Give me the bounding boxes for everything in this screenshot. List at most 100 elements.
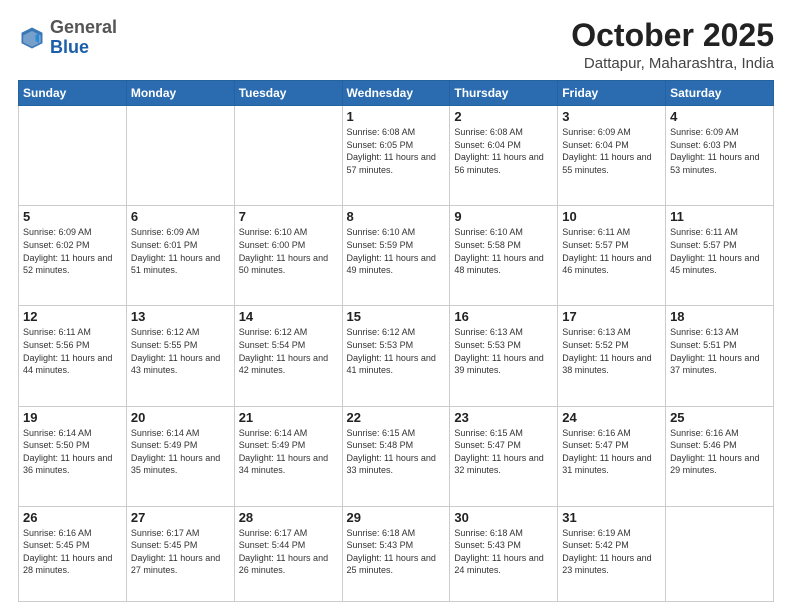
day-info: Sunrise: 6:10 AM Sunset: 5:58 PM Dayligh… (454, 226, 553, 276)
day-number: 23 (454, 410, 553, 425)
day-info: Sunrise: 6:10 AM Sunset: 6:00 PM Dayligh… (239, 226, 338, 276)
day-number: 1 (347, 109, 446, 124)
day-number: 5 (23, 209, 122, 224)
calendar-cell: 30 Sunrise: 6:18 AM Sunset: 5:43 PM Dayli… (450, 506, 558, 601)
title-block: October 2025 Dattapur, Maharashtra, Indi… (571, 18, 774, 72)
day-number: 9 (454, 209, 553, 224)
day-info: Sunrise: 6:18 AM Sunset: 5:43 PM Dayligh… (454, 527, 553, 577)
calendar-cell: 20 Sunrise: 6:14 AM Sunset: 5:49 PM Dayli… (126, 406, 234, 506)
day-number: 11 (670, 209, 769, 224)
day-number: 19 (23, 410, 122, 425)
day-number: 15 (347, 309, 446, 324)
day-info: Sunrise: 6:09 AM Sunset: 6:03 PM Dayligh… (670, 126, 769, 176)
calendar-cell: 31Sunrise: 6:19 AM Sunset: 5:42 PM Dayli… (558, 506, 666, 601)
day-info: Sunrise: 6:10 AM Sunset: 5:59 PM Dayligh… (347, 226, 446, 276)
day-info: Sunrise: 6:12 AM Sunset: 5:53 PM Dayligh… (347, 326, 446, 376)
calendar-cell: 16Sunrise: 6:13 AM Sunset: 5:53 PM Dayli… (450, 306, 558, 406)
day-info: Sunrise: 6:11 AM Sunset: 5:57 PM Dayligh… (670, 226, 769, 276)
calendar-table: Sunday Monday Tuesday Wednesday Thursday… (18, 80, 774, 602)
day-number: 30 (454, 510, 553, 525)
header-friday: Friday (558, 81, 666, 106)
calendar-cell (19, 106, 127, 206)
month-title: October 2025 (571, 18, 774, 53)
day-info: Sunrise: 6:14 AM Sunset: 5:49 PM Dayligh… (239, 427, 338, 477)
day-number: 22 (347, 410, 446, 425)
day-number: 16 (454, 309, 553, 324)
logo-general: General (50, 17, 117, 37)
calendar-cell: 2 Sunrise: 6:08 AM Sunset: 6:04 PM Daylig… (450, 106, 558, 206)
day-number: 12 (23, 309, 122, 324)
day-info: Sunrise: 6:13 AM Sunset: 5:52 PM Dayligh… (562, 326, 661, 376)
day-info: Sunrise: 6:09 AM Sunset: 6:01 PM Dayligh… (131, 226, 230, 276)
header: General Blue October 2025 Dattapur, Maha… (18, 18, 774, 72)
calendar-cell (126, 106, 234, 206)
logo-text: General Blue (50, 18, 117, 58)
header-wednesday: Wednesday (342, 81, 450, 106)
calendar-cell: 24Sunrise: 6:16 AM Sunset: 5:47 PM Dayli… (558, 406, 666, 506)
week-row-3: 12Sunrise: 6:11 AM Sunset: 5:56 PM Dayli… (19, 306, 774, 406)
day-info: Sunrise: 6:19 AM Sunset: 5:42 PM Dayligh… (562, 527, 661, 577)
calendar-cell: 29 Sunrise: 6:18 AM Sunset: 5:43 PM Dayli… (342, 506, 450, 601)
day-info: Sunrise: 6:14 AM Sunset: 5:50 PM Dayligh… (23, 427, 122, 477)
page: General Blue October 2025 Dattapur, Maha… (0, 0, 792, 612)
calendar-cell: 26Sunrise: 6:16 AM Sunset: 5:45 PM Dayli… (19, 506, 127, 601)
weekday-header-row: Sunday Monday Tuesday Wednesday Thursday… (19, 81, 774, 106)
day-info: Sunrise: 6:09 AM Sunset: 6:04 PM Dayligh… (562, 126, 661, 176)
header-monday: Monday (126, 81, 234, 106)
day-info: Sunrise: 6:08 AM Sunset: 6:04 PM Dayligh… (454, 126, 553, 176)
header-saturday: Saturday (666, 81, 774, 106)
header-tuesday: Tuesday (234, 81, 342, 106)
day-info: Sunrise: 6:16 AM Sunset: 5:47 PM Dayligh… (562, 427, 661, 477)
week-row-2: 5 Sunrise: 6:09 AM Sunset: 6:02 PM Daylig… (19, 206, 774, 306)
day-number: 20 (131, 410, 230, 425)
week-row-5: 26Sunrise: 6:16 AM Sunset: 5:45 PM Dayli… (19, 506, 774, 601)
calendar-cell: 13 Sunrise: 6:12 AM Sunset: 5:55 PM Dayli… (126, 306, 234, 406)
calendar-cell: 25Sunrise: 6:16 AM Sunset: 5:46 PM Dayli… (666, 406, 774, 506)
day-info: Sunrise: 6:17 AM Sunset: 5:44 PM Dayligh… (239, 527, 338, 577)
day-info: Sunrise: 6:11 AM Sunset: 5:57 PM Dayligh… (562, 226, 661, 276)
week-row-4: 19 Sunrise: 6:14 AM Sunset: 5:50 PM Dayli… (19, 406, 774, 506)
calendar-cell: 17 Sunrise: 6:13 AM Sunset: 5:52 PM Dayli… (558, 306, 666, 406)
day-info: Sunrise: 6:18 AM Sunset: 5:43 PM Dayligh… (347, 527, 446, 577)
calendar-cell: 3Sunrise: 6:09 AM Sunset: 6:04 PM Daylig… (558, 106, 666, 206)
day-info: Sunrise: 6:15 AM Sunset: 5:47 PM Dayligh… (454, 427, 553, 477)
calendar-cell: 19 Sunrise: 6:14 AM Sunset: 5:50 PM Dayli… (19, 406, 127, 506)
calendar-cell: 22Sunrise: 6:15 AM Sunset: 5:48 PM Dayli… (342, 406, 450, 506)
day-info: Sunrise: 6:12 AM Sunset: 5:54 PM Dayligh… (239, 326, 338, 376)
calendar-cell: 27 Sunrise: 6:17 AM Sunset: 5:45 PM Dayli… (126, 506, 234, 601)
calendar-cell: 21Sunrise: 6:14 AM Sunset: 5:49 PM Dayli… (234, 406, 342, 506)
day-info: Sunrise: 6:09 AM Sunset: 6:02 PM Dayligh… (23, 226, 122, 276)
calendar-cell: 6 Sunrise: 6:09 AM Sunset: 6:01 PM Daylig… (126, 206, 234, 306)
calendar-cell (666, 506, 774, 601)
day-info: Sunrise: 6:16 AM Sunset: 5:46 PM Dayligh… (670, 427, 769, 477)
day-number: 29 (347, 510, 446, 525)
day-info: Sunrise: 6:14 AM Sunset: 5:49 PM Dayligh… (131, 427, 230, 477)
day-number: 14 (239, 309, 338, 324)
calendar-cell: 10 Sunrise: 6:11 AM Sunset: 5:57 PM Dayli… (558, 206, 666, 306)
day-number: 28 (239, 510, 338, 525)
day-info: Sunrise: 6:08 AM Sunset: 6:05 PM Dayligh… (347, 126, 446, 176)
calendar-cell: 18Sunrise: 6:13 AM Sunset: 5:51 PM Dayli… (666, 306, 774, 406)
header-sunday: Sunday (19, 81, 127, 106)
day-number: 6 (131, 209, 230, 224)
day-number: 10 (562, 209, 661, 224)
calendar-cell (234, 106, 342, 206)
calendar-cell: 28 Sunrise: 6:17 AM Sunset: 5:44 PM Dayli… (234, 506, 342, 601)
day-number: 8 (347, 209, 446, 224)
calendar-cell: 12Sunrise: 6:11 AM Sunset: 5:56 PM Dayli… (19, 306, 127, 406)
day-number: 13 (131, 309, 230, 324)
day-number: 27 (131, 510, 230, 525)
calendar-cell: 7Sunrise: 6:10 AM Sunset: 6:00 PM Daylig… (234, 206, 342, 306)
day-number: 18 (670, 309, 769, 324)
calendar-cell: 14 Sunrise: 6:12 AM Sunset: 5:54 PM Dayli… (234, 306, 342, 406)
day-info: Sunrise: 6:12 AM Sunset: 5:55 PM Dayligh… (131, 326, 230, 376)
calendar-cell: 23 Sunrise: 6:15 AM Sunset: 5:47 PM Dayli… (450, 406, 558, 506)
calendar-cell: 4 Sunrise: 6:09 AM Sunset: 6:03 PM Daylig… (666, 106, 774, 206)
day-info: Sunrise: 6:17 AM Sunset: 5:45 PM Dayligh… (131, 527, 230, 577)
calendar-cell: 8 Sunrise: 6:10 AM Sunset: 5:59 PM Daylig… (342, 206, 450, 306)
day-number: 17 (562, 309, 661, 324)
day-info: Sunrise: 6:16 AM Sunset: 5:45 PM Dayligh… (23, 527, 122, 577)
header-thursday: Thursday (450, 81, 558, 106)
day-number: 4 (670, 109, 769, 124)
day-number: 2 (454, 109, 553, 124)
